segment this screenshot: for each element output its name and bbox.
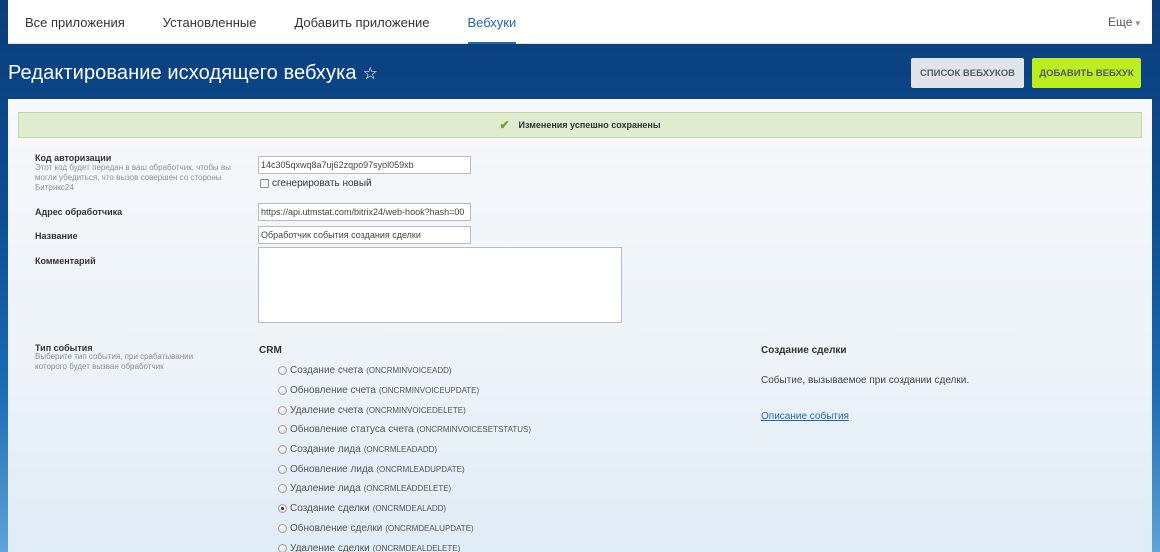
event-description-link[interactable]: Описание события	[761, 411, 849, 422]
event-name: Удаление счета	[290, 404, 364, 416]
event-name: Обновление счета	[290, 385, 376, 397]
tab-webhooks[interactable]: Вебхуки	[449, 0, 536, 44]
event-option[interactable]: Создание лида (ONCRMLEADADD)	[278, 440, 531, 460]
event-code: (ONCRMINVOICEDELETE)	[366, 405, 466, 415]
event-code: (ONCRMLEADADD)	[363, 445, 438, 455]
more-label: Еще	[1108, 14, 1133, 29]
radio-button[interactable]	[278, 445, 287, 455]
event-code: (ONCRMINVOICEUPDATE)	[378, 386, 480, 396]
event-option[interactable]: Удаление счета (ONCRMINVOICEDELETE)	[278, 400, 531, 420]
radio-button[interactable]	[278, 484, 287, 494]
event-code: (ONCRMINVOICEADD)	[366, 366, 452, 376]
content-panel: ✔ Изменения успешно сохранены Код автори…	[8, 99, 1152, 552]
event-type-hint: Выберите тип события, при срабатывании к…	[35, 352, 194, 371]
page-title: Редактирование исходящего вебхука ☆	[8, 62, 378, 85]
event-option[interactable]: Создание счета (ONCRMINVOICEADD)	[278, 361, 531, 381]
handler-url-label: Адрес обработчика	[35, 207, 123, 217]
comment-field[interactable]	[258, 247, 622, 323]
event-details-description: Событие, вызываемое при создании сделки.	[761, 375, 970, 386]
event-option[interactable]: Удаление лида (ONCRMLEADDELETE)	[278, 479, 531, 499]
add-webhook-button[interactable]: ДОБАВИТЬ ВЕБХУК	[1032, 58, 1141, 88]
auth-code-hint: Этот код будет передан в ваш обработчик,…	[35, 163, 231, 192]
event-option[interactable]: Обновление статуса счета (ONCRMINVOICESET…	[278, 420, 531, 440]
event-name: Обновление статуса счета	[290, 424, 414, 436]
tab-add-app[interactable]: Добавить приложение	[275, 0, 448, 44]
name-field[interactable]	[258, 226, 471, 244]
event-option[interactable]: Обновление лида (ONCRMLEADUPDATE)	[278, 459, 531, 479]
more-menu[interactable]: Еще ▾	[1108, 15, 1152, 29]
event-code: (ONCRMLEADUPDATE)	[376, 464, 465, 474]
event-name: Создание лида	[290, 444, 361, 456]
name-label: Название	[35, 231, 78, 241]
event-code: (ONCRMLEADDELETE)	[363, 484, 452, 494]
crm-group-heading: CRM	[259, 345, 282, 356]
radio-button[interactable]	[278, 366, 287, 376]
success-alert: ✔ Изменения успешно сохранены	[18, 112, 1142, 138]
regenerate-label: сгенерировать новый	[272, 178, 372, 189]
event-details-title: Создание сделки	[761, 345, 847, 356]
webhook-list-button[interactable]: СПИСОК ВЕБХУКОВ	[911, 58, 1024, 88]
event-code: (ONCRMDEALDELETE)	[372, 543, 461, 552]
regenerate-option[interactable]: сгенерировать новый	[260, 178, 372, 189]
event-name: Удаление сделки	[290, 542, 370, 552]
check-icon: ✔	[499, 118, 510, 132]
regenerate-checkbox[interactable]	[260, 179, 269, 188]
event-code: (ONCRMDEALADD)	[372, 504, 447, 514]
event-name: Обновление сделки	[290, 522, 383, 534]
event-name: Создание сделки	[290, 503, 370, 515]
event-option[interactable]: Обновление сделки (ONCRMDEALUPDATE)	[278, 519, 531, 539]
event-option[interactable]: Создание сделки (ONCRMDEALADD)	[278, 499, 531, 519]
event-list: Создание счета (ONCRMINVOICEADD) Обновлен…	[278, 361, 531, 552]
chevron-down-icon: ▾	[1135, 17, 1140, 28]
tab-installed[interactable]: Установленные	[144, 0, 276, 44]
star-icon[interactable]: ☆	[363, 64, 378, 83]
event-option[interactable]: Удаление сделки (ONCRMDEALDELETE)	[278, 538, 531, 552]
auth-code-field[interactable]	[258, 156, 471, 174]
event-option[interactable]: Обновление счета (ONCRMINVOICEUPDATE)	[278, 381, 531, 401]
radio-button[interactable]	[278, 464, 287, 474]
success-message: Изменения успешно сохранены	[518, 120, 661, 130]
radio-button[interactable]	[278, 523, 287, 533]
auth-code-label: Код авторизации	[35, 153, 112, 163]
radio-button[interactable]	[278, 405, 287, 415]
handler-url-field[interactable]	[258, 203, 471, 221]
page-title-text: Редактирование исходящего вебхука	[8, 62, 357, 84]
comment-label: Комментарий	[35, 256, 96, 266]
radio-button[interactable]	[278, 386, 287, 396]
top-navigation: Все приложения Установленные Добавить пр…	[8, 0, 1152, 44]
event-code: (ONCRMDEALUPDATE)	[385, 523, 474, 533]
event-name: Обновление лида	[290, 463, 374, 475]
tab-all-apps[interactable]: Все приложения	[8, 0, 144, 44]
event-name: Создание счета	[290, 365, 364, 377]
radio-button-selected[interactable]	[278, 504, 287, 514]
radio-button[interactable]	[278, 425, 287, 435]
radio-button[interactable]	[278, 543, 287, 552]
event-name: Удаление лида	[290, 483, 361, 495]
event-code: (ONCRMINVOICESETSTATUS)	[416, 425, 531, 435]
